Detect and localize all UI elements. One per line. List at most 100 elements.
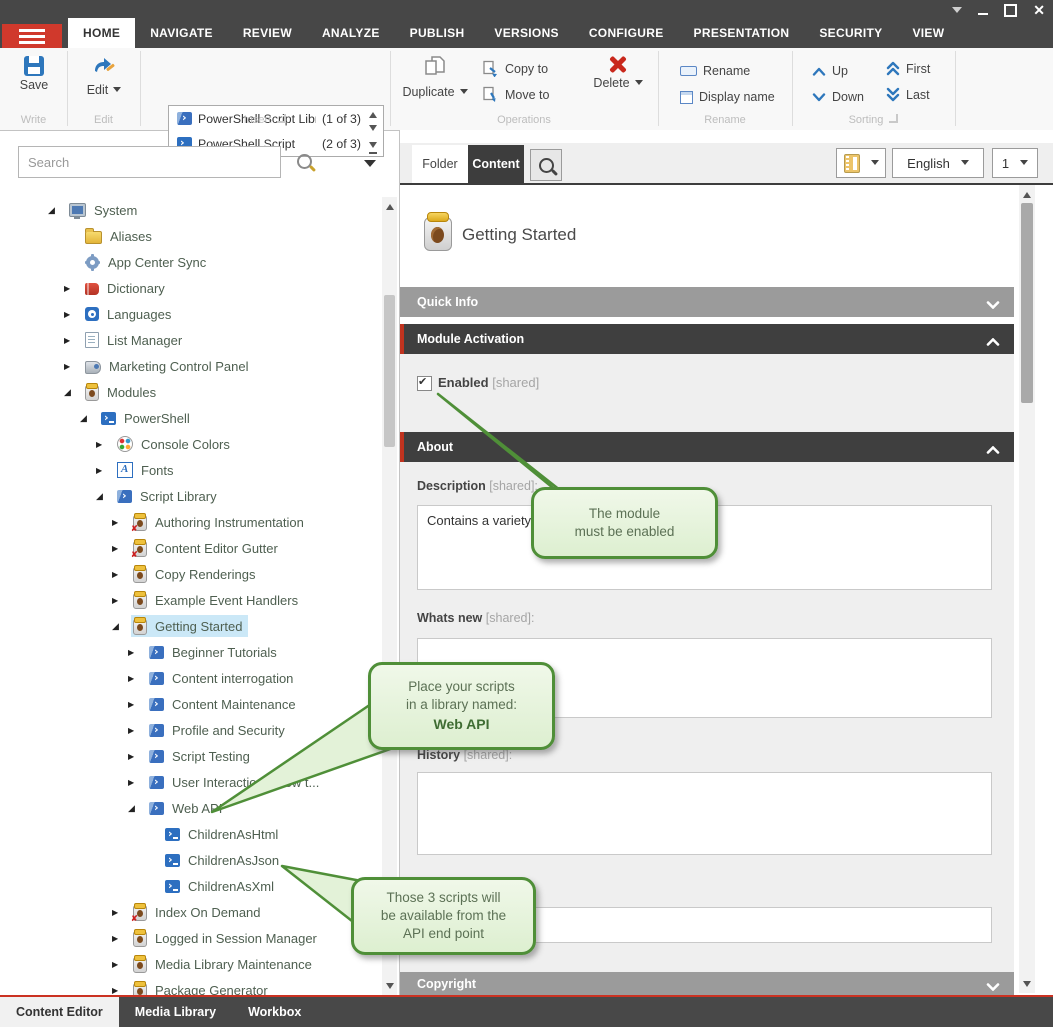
close-icon[interactable]: ✕	[1033, 3, 1045, 17]
sort-last-button[interactable]: Last	[886, 87, 930, 102]
collapse-arrow-icon[interactable]: ◢	[112, 621, 131, 632]
tree-item[interactable]: ▶Dictionary	[0, 275, 382, 301]
tree-item[interactable]: ▶✘Content Editor Gutter	[0, 535, 382, 561]
tree-item[interactable]: ▶Content interrogation	[0, 665, 382, 691]
sort-up-button[interactable]: Up	[812, 64, 848, 78]
expand-arrow-icon[interactable]: ▶	[128, 752, 147, 761]
hamburger-menu-button[interactable]	[2, 24, 62, 49]
scrollbar-up-icon[interactable]	[382, 197, 397, 212]
tab-content[interactable]: Content	[468, 145, 524, 183]
ribbon-tab-security[interactable]: SECURITY	[804, 18, 897, 48]
tree-item[interactable]: ▶✘Authoring Instrumentation	[0, 509, 382, 535]
dialog-launcher-icon[interactable]	[889, 114, 898, 123]
expand-arrow-icon[interactable]: ▶	[112, 570, 131, 579]
tree-item[interactable]: ▶Console Colors	[0, 431, 382, 457]
expand-arrow-icon[interactable]: ▶	[112, 544, 131, 553]
expand-arrow-icon[interactable]: ▶	[96, 440, 115, 449]
ribbon-tab-publish[interactable]: PUBLISH	[395, 18, 480, 48]
tree-scrollbar[interactable]	[382, 197, 397, 995]
app-tab-media-library[interactable]: Media Library	[119, 997, 232, 1027]
delete-button[interactable]: Delete	[585, 54, 651, 92]
sort-down-button[interactable]: Down	[812, 90, 864, 104]
tree-item[interactable]: ▶Fonts	[0, 457, 382, 483]
tree-item[interactable]: ▶User Interaction - How t...	[0, 769, 382, 795]
language-dropdown-button[interactable]: English	[892, 148, 984, 178]
ribbon-tab-navigate[interactable]: NAVIGATE	[135, 18, 228, 48]
ribbon-tab-review[interactable]: REVIEW	[228, 18, 307, 48]
tree-item[interactable]: ◢PowerShell	[0, 405, 382, 431]
collapse-arrow-icon[interactable]: ◢	[80, 413, 99, 424]
scrollbar-down-icon[interactable]	[382, 980, 397, 995]
tree-item[interactable]: ▶Marketing Control Panel	[0, 353, 382, 379]
tree-item[interactable]: ChildrenAsXml	[0, 873, 382, 899]
minimize-icon[interactable]	[978, 13, 988, 15]
display-name-button[interactable]: Display name	[680, 90, 775, 104]
tree-item[interactable]: ChildrenAsHtml	[0, 821, 382, 847]
expand-arrow-icon[interactable]: ▶	[112, 934, 131, 943]
tree-item[interactable]: ◢System	[0, 197, 382, 223]
save-button[interactable]: Save	[8, 56, 60, 94]
search-icon[interactable]	[297, 154, 312, 169]
tree-item[interactable]: ▶Content Maintenance	[0, 691, 382, 717]
tree-item[interactable]: ChildrenAsJson	[0, 847, 382, 873]
search-options-caret-icon[interactable]	[364, 160, 376, 173]
ribbon-tab-versions[interactable]: VERSIONS	[479, 18, 573, 48]
collapse-arrow-icon[interactable]: ◢	[48, 205, 67, 216]
section-copyright[interactable]: Copyright	[400, 972, 1014, 995]
expand-arrow-icon[interactable]: ▶	[96, 466, 115, 475]
tree-item[interactable]: ◢Web API	[0, 795, 382, 821]
expand-arrow-icon[interactable]: ▶	[64, 362, 83, 371]
expand-arrow-icon[interactable]: ▶	[112, 986, 131, 995]
content-scrollbar-thumb[interactable]	[1021, 203, 1033, 403]
tree-item[interactable]: ▶✘Index On Demand	[0, 899, 382, 925]
tree-item[interactable]: ◢Getting Started	[0, 613, 382, 639]
tree-item[interactable]: ▶Languages	[0, 301, 382, 327]
tree-item[interactable]: ▶Profile and Security	[0, 717, 382, 743]
ribbon-tab-view[interactable]: VIEW	[897, 18, 959, 48]
app-tab-content-editor[interactable]: Content Editor	[0, 997, 119, 1027]
search-input[interactable]	[18, 146, 281, 178]
tree-item[interactable]: App Center Sync	[0, 249, 382, 275]
expand-arrow-icon[interactable]: ▶	[128, 726, 147, 735]
expand-arrow-icon[interactable]: ▶	[128, 674, 147, 683]
profile-dropdown-button[interactable]	[836, 148, 886, 178]
content-search-button[interactable]	[530, 149, 562, 181]
expand-arrow-icon[interactable]: ▶	[64, 336, 83, 345]
expand-arrow-icon[interactable]: ▶	[128, 778, 147, 787]
section-about[interactable]: About	[400, 432, 1014, 462]
scroll-last-icon[interactable]	[369, 142, 377, 154]
move-to-button[interactable]: Move to	[482, 86, 549, 103]
expand-arrow-icon[interactable]: ▶	[112, 596, 131, 605]
copy-to-button[interactable]: Copy to	[482, 60, 548, 77]
sort-first-button[interactable]: First	[886, 61, 930, 76]
expand-arrow-icon[interactable]: ▶	[64, 310, 83, 319]
scrollbar-down-icon[interactable]	[1019, 978, 1035, 993]
expand-arrow-icon[interactable]: ▶	[112, 960, 131, 969]
tab-folder[interactable]: Folder	[412, 145, 468, 183]
tree-scrollbar-thumb[interactable]	[384, 295, 395, 447]
expand-arrow-icon[interactable]: ▶	[112, 908, 131, 917]
tree-item[interactable]: ▶Beginner Tutorials	[0, 639, 382, 665]
tree-item[interactable]: ▶Media Library Maintenance	[0, 951, 382, 977]
collapse-arrow-icon[interactable]: ◢	[64, 387, 83, 398]
ribbon-tab-home[interactable]: HOME	[68, 18, 135, 48]
tree-item[interactable]: ▶Package Generator	[0, 977, 382, 995]
scrollbar-up-icon[interactable]	[1019, 185, 1035, 200]
duplicate-button[interactable]: Duplicate	[402, 54, 468, 101]
tree-item[interactable]: ▶Copy Renderings	[0, 561, 382, 587]
expand-arrow-icon[interactable]: ▶	[112, 518, 131, 527]
dialog-launcher-icon[interactable]	[277, 114, 286, 123]
tree-item[interactable]: ▶Script Testing	[0, 743, 382, 769]
tree-item[interactable]: ▶List Manager	[0, 327, 382, 353]
tree-item[interactable]: ▶Example Event Handlers	[0, 587, 382, 613]
expand-arrow-icon[interactable]: ▶	[128, 648, 147, 657]
version-dropdown-button[interactable]: 1	[992, 148, 1038, 178]
tree-item[interactable]: ◢Script Library	[0, 483, 382, 509]
enabled-checkbox[interactable]	[417, 376, 432, 391]
rename-button[interactable]: Rename	[680, 64, 750, 78]
tree-item[interactable]: ▶Logged in Session Manager	[0, 925, 382, 951]
app-tab-workbox[interactable]: Workbox	[232, 997, 317, 1027]
ribbon-tab-configure[interactable]: CONFIGURE	[574, 18, 679, 48]
scroll-down-icon[interactable]	[369, 125, 377, 135]
section-quick-info[interactable]: Quick Info	[400, 287, 1014, 317]
